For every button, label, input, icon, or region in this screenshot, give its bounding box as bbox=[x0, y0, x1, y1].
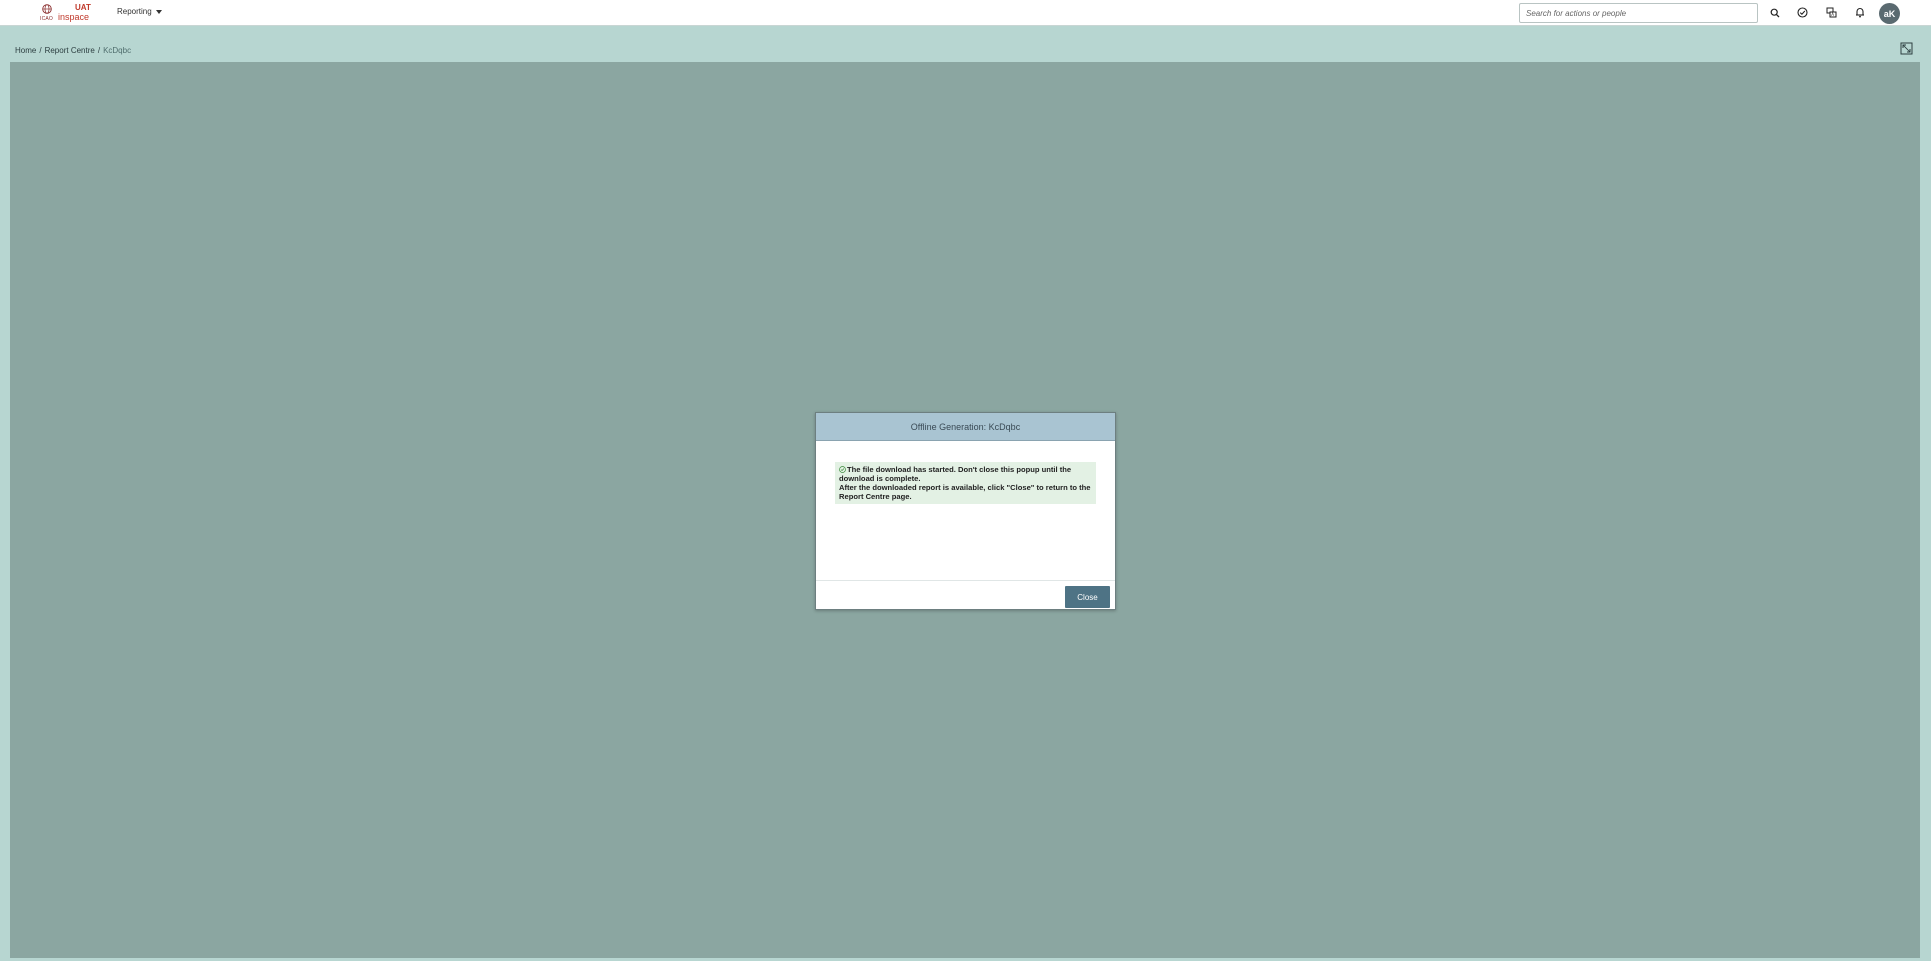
download-message: The file download has started. Don't clo… bbox=[835, 462, 1096, 504]
chevron-down-icon bbox=[155, 9, 162, 14]
logo-org-text: ICAO bbox=[40, 16, 54, 22]
svg-text:A: A bbox=[1831, 12, 1834, 17]
message-line-2: After the downloaded report is available… bbox=[839, 483, 1091, 501]
globe-icon bbox=[42, 4, 52, 14]
avatar[interactable]: aK bbox=[1879, 3, 1900, 24]
breadcrumb-separator: / bbox=[39, 46, 42, 55]
check-circle-icon[interactable] bbox=[1796, 6, 1809, 19]
logo-brand-text: inspace bbox=[58, 12, 90, 22]
check-circle-icon bbox=[839, 466, 846, 473]
dialog-title: Offline Generation: KcDqbc bbox=[910, 421, 1021, 432]
search-icon[interactable] bbox=[1768, 6, 1781, 19]
breadcrumb-report-centre[interactable]: Report Centre bbox=[45, 46, 95, 55]
dialog-footer: Close bbox=[816, 580, 1115, 610]
reporting-menu[interactable]: Reporting bbox=[117, 7, 162, 16]
top-bar: ICAO UAT inspace Reporting A aK bbox=[0, 0, 1931, 26]
dialog-header: Offline Generation: KcDqbc bbox=[816, 413, 1115, 441]
breadcrumb: Home / Report Centre / KcDqbc bbox=[15, 46, 131, 55]
bell-icon[interactable] bbox=[1853, 6, 1866, 19]
app-logo[interactable]: ICAO UAT inspace bbox=[38, 3, 94, 23]
offline-generation-dialog: Offline Generation: KcDqbc The file down… bbox=[815, 412, 1116, 610]
breadcrumb-current: KcDqbc bbox=[103, 46, 132, 55]
logo-env-text: UAT bbox=[75, 3, 91, 12]
translate-icon[interactable]: A bbox=[1825, 6, 1838, 19]
message-line-1: The file download has started. Don't clo… bbox=[839, 465, 1072, 483]
reporting-menu-label: Reporting bbox=[117, 7, 152, 16]
breadcrumb-home[interactable]: Home bbox=[15, 46, 36, 55]
search-input[interactable] bbox=[1519, 3, 1758, 23]
expand-icon[interactable] bbox=[1900, 42, 1913, 55]
breadcrumb-separator: / bbox=[97, 46, 101, 55]
close-button[interactable]: Close bbox=[1065, 586, 1110, 608]
